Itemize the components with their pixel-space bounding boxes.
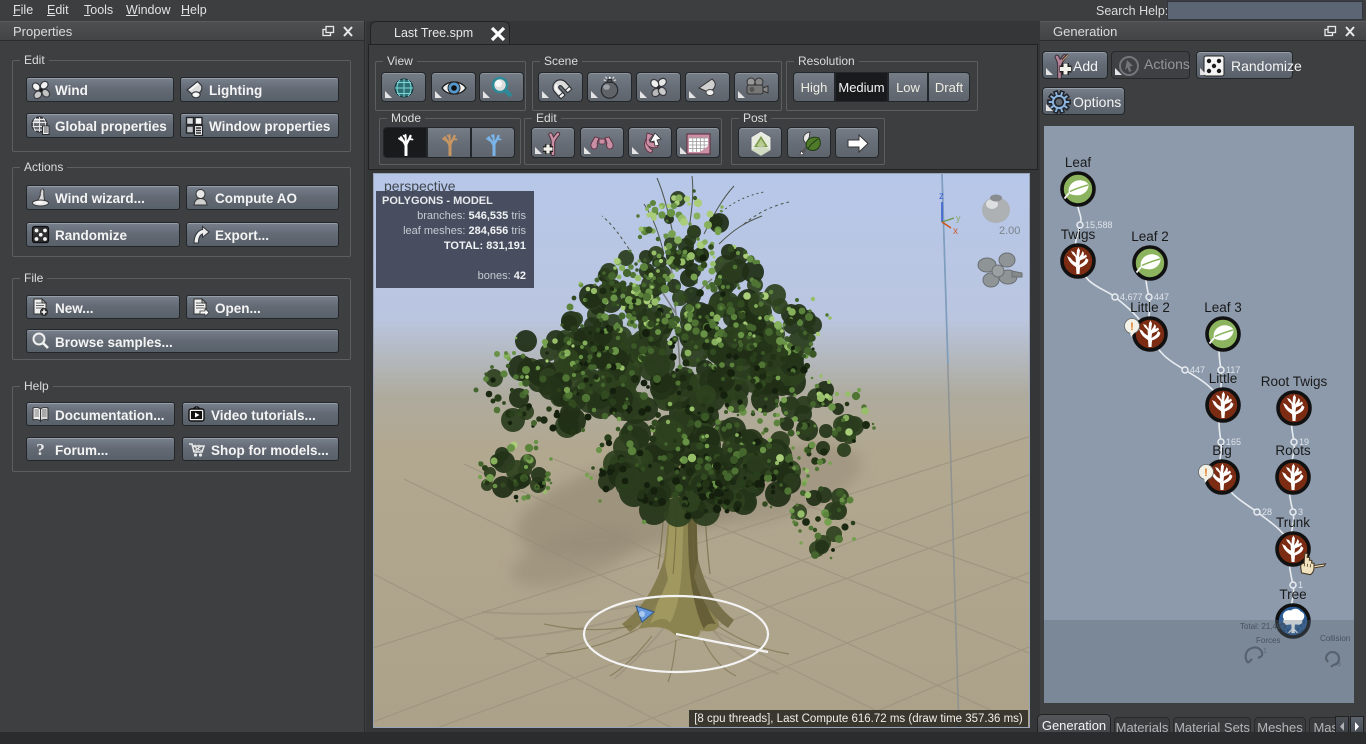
svg-text:28: 28 bbox=[1262, 507, 1272, 517]
svg-text:Little: Little bbox=[1209, 371, 1238, 386]
svg-text:Trunk: Trunk bbox=[1276, 515, 1310, 530]
svg-text:Leaf 3: Leaf 3 bbox=[1204, 300, 1242, 315]
svg-text:z: z bbox=[939, 191, 944, 202]
svg-text:?: ? bbox=[36, 440, 45, 459]
svg-text:x: x bbox=[953, 226, 958, 237]
svg-text:2.00: 2.00 bbox=[999, 225, 1020, 237]
svg-text:447: 447 bbox=[1190, 365, 1205, 375]
svg-text:Root Twigs: Root Twigs bbox=[1261, 374, 1328, 389]
svg-text:!: ! bbox=[1204, 467, 1208, 479]
svg-text:Leaf: Leaf bbox=[1065, 155, 1092, 170]
svg-text:Little 2: Little 2 bbox=[1130, 300, 1170, 315]
svg-text:Tree: Tree bbox=[1279, 587, 1306, 602]
svg-text:Roots: Roots bbox=[1275, 443, 1311, 458]
svg-text:Big: Big bbox=[1212, 443, 1232, 458]
svg-text:Twigs: Twigs bbox=[1061, 227, 1096, 242]
svg-text:!: ! bbox=[1130, 321, 1134, 333]
svg-text:y: y bbox=[956, 213, 961, 223]
svg-text:Leaf 2: Leaf 2 bbox=[1131, 229, 1169, 244]
